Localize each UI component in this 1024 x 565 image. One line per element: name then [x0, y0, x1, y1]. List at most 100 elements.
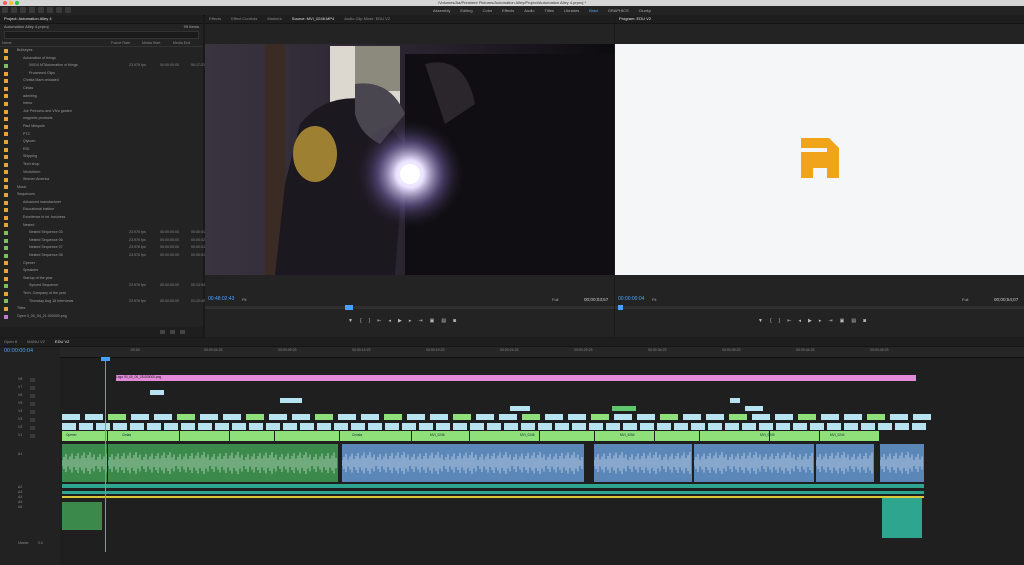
- video-clip[interactable]: [147, 423, 161, 430]
- video-clip[interactable]: [338, 414, 356, 420]
- video-clip[interactable]: [572, 423, 586, 430]
- video-clip[interactable]: [317, 423, 331, 430]
- video-clip[interactable]: [453, 414, 471, 420]
- video-clip[interactable]: [589, 423, 603, 430]
- video-clip[interactable]: [545, 414, 563, 420]
- video-clip[interactable]: [246, 414, 264, 420]
- audio-clip[interactable]: [342, 444, 584, 482]
- video-clip[interactable]: [232, 423, 246, 430]
- playhead-handle[interactable]: [101, 357, 110, 361]
- audio-clip[interactable]: [816, 444, 874, 482]
- video-track-label[interactable]: V4: [18, 409, 78, 413]
- video-clip[interactable]: [62, 423, 76, 430]
- video-clip[interactable]: [292, 414, 310, 420]
- v1-clip[interactable]: [275, 431, 339, 441]
- video-clip[interactable]: [280, 398, 302, 403]
- video-clip[interactable]: [154, 414, 172, 420]
- video-clip[interactable]: [510, 406, 530, 411]
- video-clip[interactable]: [637, 414, 655, 420]
- video-clip[interactable]: [361, 414, 379, 420]
- toggle-output-eye-icon[interactable]: [30, 402, 35, 406]
- video-clip[interactable]: [504, 423, 518, 430]
- video-clip[interactable]: [555, 423, 569, 430]
- video-clip[interactable]: [793, 423, 807, 430]
- video-clip[interactable]: [612, 406, 636, 411]
- video-clip[interactable]: [827, 423, 841, 430]
- video-clip[interactable]: [79, 423, 93, 430]
- video-clip[interactable]: [130, 423, 144, 430]
- video-clip[interactable]: [821, 414, 839, 420]
- video-clip[interactable]: [867, 414, 885, 420]
- video-clip[interactable]: [538, 423, 552, 430]
- audio-clip[interactable]: [108, 444, 338, 482]
- audio-clip[interactable]: [882, 498, 922, 538]
- video-clip[interactable]: [913, 414, 931, 420]
- master-volume-value[interactable]: 0.0: [38, 541, 98, 545]
- audio-clip[interactable]: [594, 444, 692, 482]
- video-clip[interactable]: [266, 423, 280, 430]
- video-clip[interactable]: [62, 414, 80, 420]
- video-clip[interactable]: [499, 414, 517, 420]
- video-clip[interactable]: [606, 423, 620, 430]
- video-clip[interactable]: [384, 414, 402, 420]
- music-clip[interactable]: [62, 484, 924, 488]
- video-clip[interactable]: [407, 414, 425, 420]
- video-clip[interactable]: [591, 414, 609, 420]
- video-clip[interactable]: [683, 414, 701, 420]
- toggle-output-eye-icon[interactable]: [30, 378, 35, 382]
- video-clip[interactable]: [430, 414, 448, 420]
- video-clip[interactable]: [113, 423, 127, 430]
- video-clip[interactable]: [164, 423, 178, 430]
- video-clip[interactable]: [96, 423, 110, 430]
- video-clip[interactable]: [810, 423, 824, 430]
- video-clip[interactable]: [660, 414, 678, 420]
- music-clip[interactable]: [62, 491, 924, 494]
- v1-clip[interactable]: [700, 431, 769, 441]
- video-clip[interactable]: [568, 414, 586, 420]
- video-clip[interactable]: [623, 423, 637, 430]
- video-clip[interactable]: [351, 423, 365, 430]
- video-clip[interactable]: [912, 423, 926, 430]
- video-clip[interactable]: [131, 414, 149, 420]
- v1-clip[interactable]: [770, 431, 819, 441]
- video-clip[interactable]: [521, 423, 535, 430]
- v1-clip[interactable]: [340, 431, 411, 441]
- toggle-output-eye-icon[interactable]: [30, 410, 35, 414]
- video-track-label[interactable]: V7: [18, 385, 78, 389]
- audio-clip[interactable]: [694, 444, 814, 482]
- video-clip[interactable]: [85, 414, 103, 420]
- video-clip[interactable]: [745, 406, 763, 411]
- video-clip[interactable]: [706, 414, 724, 420]
- video-clip[interactable]: [108, 414, 126, 420]
- video-clip[interactable]: [436, 423, 450, 430]
- video-clip[interactable]: [269, 414, 287, 420]
- video-track-label[interactable]: V6: [18, 393, 78, 397]
- video-clip[interactable]: [300, 423, 314, 430]
- video-clip[interactable]: [861, 423, 875, 430]
- video-clip[interactable]: [419, 423, 433, 430]
- video-clip[interactable]: [674, 423, 688, 430]
- video-track-label[interactable]: V8: [18, 377, 78, 381]
- video-track-label[interactable]: V5: [18, 401, 78, 405]
- video-clip[interactable]: [890, 414, 908, 420]
- video-clip[interactable]: [775, 414, 793, 420]
- video-clip[interactable]: [708, 423, 722, 430]
- video-clip[interactable]: [752, 414, 770, 420]
- video-clip[interactable]: [691, 423, 705, 430]
- toggle-output-eye-icon[interactable]: [30, 394, 35, 398]
- toggle-output-eye-icon[interactable]: [30, 386, 35, 390]
- video-clip[interactable]: [315, 414, 333, 420]
- v1-clip[interactable]: [820, 431, 879, 441]
- video-clip[interactable]: [487, 423, 501, 430]
- v1-clip[interactable]: [180, 431, 229, 441]
- playhead[interactable]: [105, 357, 106, 552]
- video-clip[interactable]: [522, 414, 540, 420]
- video-clip[interactable]: [878, 423, 892, 430]
- audio-clip[interactable]: [62, 502, 102, 530]
- video-clip[interactable]: [181, 423, 195, 430]
- video-clip[interactable]: [223, 414, 241, 420]
- video-clip[interactable]: [895, 423, 909, 430]
- v1-clip[interactable]: [655, 431, 699, 441]
- logo-clip[interactable]: Logo 00_00_00_25.000000.png: [116, 375, 916, 381]
- video-clip[interactable]: [657, 423, 671, 430]
